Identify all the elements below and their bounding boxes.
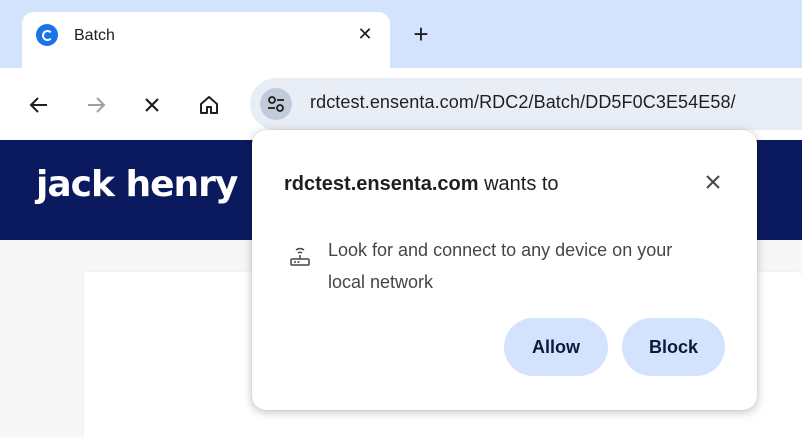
jack-henry-logo[interactable]: jack henry bbox=[36, 164, 238, 205]
forward-button[interactable] bbox=[79, 88, 113, 122]
close-icon bbox=[145, 98, 159, 112]
url-text: rdctest.ensenta.com/RDC2/Batch/DD5F0C3E5… bbox=[310, 92, 736, 112]
block-button[interactable]: Block bbox=[622, 318, 725, 376]
back-button[interactable] bbox=[22, 88, 56, 122]
stop-button[interactable] bbox=[135, 88, 169, 122]
tab-strip: Batch ✕ + bbox=[0, 0, 802, 68]
permission-description: Look for and connect to any device on yo… bbox=[328, 240, 673, 292]
popup-title: rdctest.ensenta.com wants to bbox=[284, 173, 559, 196]
site-info-button[interactable] bbox=[260, 88, 292, 120]
popup-host: rdctest.ensenta.com bbox=[284, 173, 479, 195]
permission-prompt: rdctest.ensenta.com wants to Look for an… bbox=[252, 130, 757, 410]
home-button[interactable] bbox=[192, 88, 226, 122]
tab-title: Batch bbox=[74, 27, 115, 44]
popup-close-button[interactable] bbox=[699, 168, 727, 196]
home-icon bbox=[200, 96, 218, 114]
arrow-left-icon bbox=[29, 97, 47, 113]
new-tab-button[interactable]: + bbox=[406, 20, 436, 50]
tune-icon bbox=[268, 96, 284, 112]
popup-title-suffix: wants to bbox=[478, 173, 559, 195]
tab-close-button[interactable]: ✕ bbox=[354, 23, 376, 45]
local-network-device-icon bbox=[290, 247, 310, 266]
address-bar[interactable]: rdctest.ensenta.com/RDC2/Batch/DD5F0C3E5… bbox=[250, 78, 802, 130]
ensenta-favicon-icon bbox=[36, 24, 58, 46]
close-icon bbox=[706, 175, 720, 189]
tab-batch[interactable]: Batch ✕ bbox=[22, 12, 390, 68]
allow-button[interactable]: Allow bbox=[504, 318, 608, 376]
arrow-right-icon bbox=[88, 97, 106, 113]
